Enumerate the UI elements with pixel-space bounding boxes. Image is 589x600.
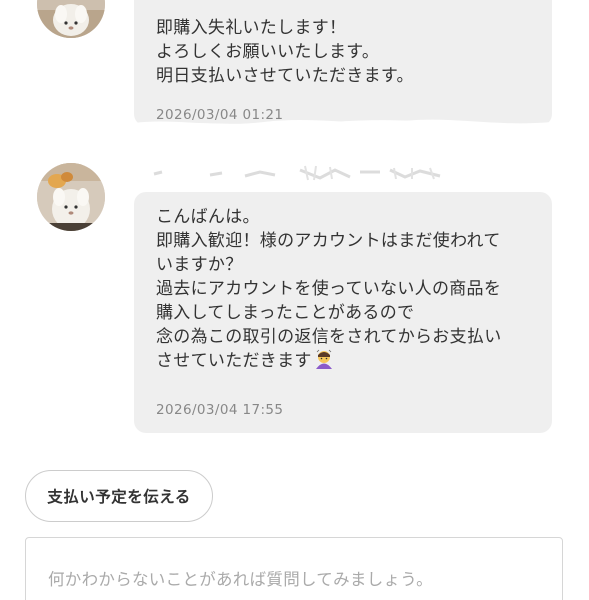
buyer-avatar[interactable] xyxy=(37,163,105,231)
message-bubble: 即購入失礼いたします！ よろしくお願いいたします。 明日支払いさせていただきます… xyxy=(134,0,552,126)
bowing-person-emoji-icon xyxy=(314,349,334,369)
message-timestamp: 2026/03/04 17:55 xyxy=(156,402,284,418)
redaction-scribble xyxy=(134,114,552,138)
payment-schedule-button[interactable]: 支払い予定を伝える xyxy=(25,470,213,522)
message-text: こんばんは。 即購入歓迎！様のアカウントはまだ使われて いますか？ 過去にアカウ… xyxy=(156,192,530,373)
seller-avatar[interactable] xyxy=(37,0,105,38)
message-input[interactable]: 何かわからないことがあれば質問してみましょう。 xyxy=(25,537,563,600)
avatar-image xyxy=(37,163,105,231)
avatar-image xyxy=(37,0,105,38)
message-bubble: こんばんは。 即購入歓迎！様のアカウントはまだ使われて いますか？ 過去にアカウ… xyxy=(134,192,552,433)
redacted-username xyxy=(150,160,460,186)
message-text: 即購入失礼いたします！ よろしくお願いいたします。 明日支払いさせていただきます… xyxy=(156,18,414,86)
transaction-chat-screen: 即購入失礼いたします！ よろしくお願いいたします。 明日支払いさせていただきます… xyxy=(0,0,589,600)
message-body: こんばんは。 即購入歓迎！様のアカウントはまだ使われて いますか？ 過去にアカウ… xyxy=(156,207,502,371)
